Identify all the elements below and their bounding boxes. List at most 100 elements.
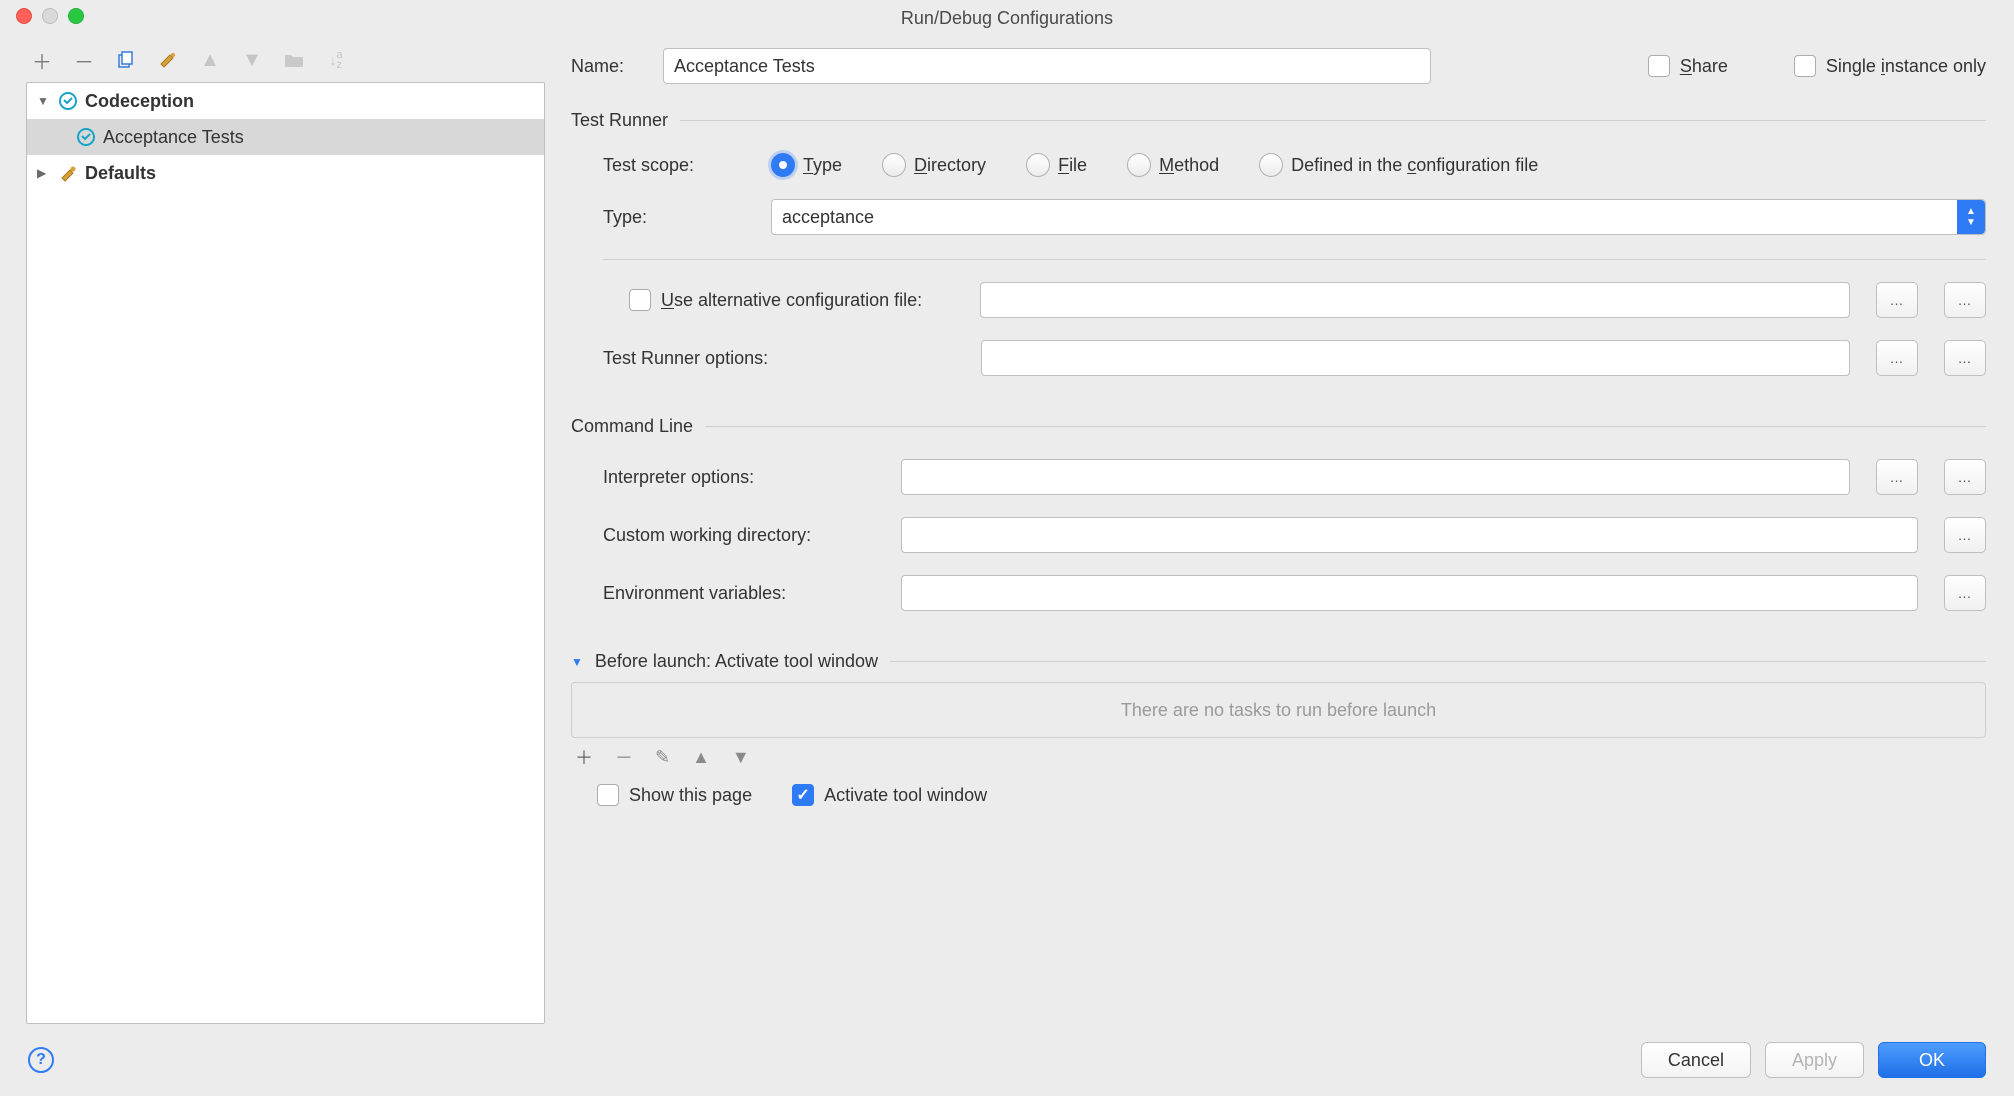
- ok-button[interactable]: OK: [1878, 1042, 1986, 1078]
- show-page-checkbox-row[interactable]: Show this page: [597, 784, 752, 806]
- scope-defined[interactable]: Defined in the configuration file: [1259, 153, 1538, 177]
- wrench-icon: [57, 164, 79, 182]
- browse-button[interactable]: …: [1876, 459, 1918, 495]
- expand-button[interactable]: …: [1944, 459, 1986, 495]
- interpreter-label: Interpreter options:: [603, 467, 883, 488]
- scope-directory[interactable]: Directory: [882, 153, 986, 177]
- test-scope-options: Type Directory File Method Defined in th…: [771, 153, 1538, 177]
- test-scope-row: Test scope: Type Directory File Method D…: [603, 153, 1986, 177]
- disclosure-closed-icon[interactable]: ▶: [37, 166, 51, 180]
- before-launch-toolbar: ＋ － ✎ ▲ ▼: [571, 744, 1986, 770]
- type-select[interactable]: acceptance ▲▼: [771, 199, 1986, 235]
- radio-icon[interactable]: [1026, 153, 1050, 177]
- alt-config-checkbox[interactable]: [629, 289, 651, 311]
- share-checkbox-row[interactable]: Share: [1648, 55, 1728, 77]
- tree-toolbar: ＋ － ▲ ▼ ↓az: [26, 42, 545, 82]
- tree-label: Acceptance Tests: [103, 127, 244, 148]
- single-instance-label: Single instance only: [1826, 56, 1986, 77]
- show-page-checkbox[interactable]: [597, 784, 619, 806]
- activate-tool-window-checkbox[interactable]: [792, 784, 814, 806]
- move-up-icon: ▲: [692, 747, 710, 768]
- scope-method[interactable]: Method: [1127, 153, 1219, 177]
- env-row: Environment variables: …: [603, 575, 1986, 611]
- separator: [890, 661, 1986, 662]
- edit-task-icon: ✎: [655, 747, 670, 768]
- runner-options-input[interactable]: [981, 340, 1850, 376]
- disclosure-open-icon[interactable]: ▼: [37, 94, 51, 108]
- radio-icon[interactable]: [882, 153, 906, 177]
- name-label: Name:: [571, 56, 645, 77]
- body: ＋ － ▲ ▼ ↓az ▼: [0, 36, 2014, 1024]
- browse-button[interactable]: …: [1944, 575, 1986, 611]
- command-line-group: Command Line Interpreter options: … … Cu…: [571, 416, 1986, 611]
- type-label: Type:: [603, 207, 753, 228]
- sort-icon: ↓az: [324, 48, 348, 72]
- env-input[interactable]: [901, 575, 1918, 611]
- browse-button[interactable]: …: [1944, 517, 1986, 553]
- add-icon[interactable]: ＋: [30, 48, 54, 72]
- browse-button[interactable]: …: [1876, 340, 1918, 376]
- type-row: Type: acceptance ▲▼: [603, 199, 1986, 235]
- remove-task-icon: －: [615, 744, 633, 770]
- type-value: acceptance: [782, 207, 874, 228]
- codeception-icon: [57, 92, 79, 110]
- alt-config-checkbox-row[interactable]: Use alternative configuration file:: [629, 289, 922, 311]
- copy-icon[interactable]: [114, 48, 138, 72]
- move-up-icon: ▲: [198, 48, 222, 72]
- tree-node-defaults[interactable]: ▶ Defaults: [27, 155, 544, 191]
- test-runner-group: Test Runner Test scope: Type Directory F…: [571, 110, 1986, 376]
- name-row: Name: Share Single instance only: [571, 48, 1986, 84]
- radio-icon[interactable]: [771, 153, 795, 177]
- remove-icon[interactable]: －: [72, 48, 96, 72]
- show-page-label: Show this page: [629, 785, 752, 806]
- window: Run/Debug Configurations ＋ － ▲ ▼ ↓az: [0, 0, 2014, 1096]
- scope-type[interactable]: Type: [771, 153, 842, 177]
- close-window-icon[interactable]: [16, 8, 32, 24]
- share-label: Share: [1680, 56, 1728, 77]
- radio-icon[interactable]: [1259, 153, 1283, 177]
- settings-icon[interactable]: [156, 48, 180, 72]
- interpreter-input[interactable]: [901, 459, 1850, 495]
- before-launch-tasks[interactable]: There are no tasks to run before launch: [571, 682, 1986, 738]
- dropdown-caret-icon[interactable]: ▲▼: [1957, 200, 1985, 234]
- browse-button[interactable]: …: [1876, 282, 1918, 318]
- expand-button[interactable]: …: [1944, 340, 1986, 376]
- zoom-window-icon[interactable]: [68, 8, 84, 24]
- add-task-icon[interactable]: ＋: [575, 744, 593, 770]
- tree-label: Defaults: [85, 163, 156, 184]
- help-icon[interactable]: ?: [28, 1047, 54, 1073]
- radio-icon[interactable]: [1127, 153, 1151, 177]
- cancel-button[interactable]: Cancel: [1641, 1042, 1751, 1078]
- before-launch-title: Before launch: Activate tool window: [595, 651, 878, 672]
- disclosure-open-icon[interactable]: ▼: [571, 655, 583, 669]
- apply-button: Apply: [1765, 1042, 1864, 1078]
- alt-config-input[interactable]: [980, 282, 1850, 318]
- cwd-input[interactable]: [901, 517, 1918, 553]
- share-checkbox[interactable]: [1648, 55, 1670, 77]
- folder-icon: [282, 48, 306, 72]
- traffic-lights: [16, 8, 84, 24]
- activate-tool-window-checkbox-row[interactable]: Activate tool window: [792, 784, 987, 806]
- config-tree[interactable]: ▼ Codeception Acceptance Tests ▶: [26, 82, 545, 1024]
- empty-text: There are no tasks to run before launch: [1121, 700, 1436, 721]
- separator: [705, 426, 1986, 427]
- move-down-icon: ▼: [732, 747, 750, 768]
- before-launch-flags: Show this page Activate tool window: [571, 784, 1986, 806]
- env-label: Environment variables:: [603, 583, 883, 604]
- group-header[interactable]: ▼ Before launch: Activate tool window: [571, 651, 1986, 672]
- tree-node-codeception[interactable]: ▼ Codeception: [27, 83, 544, 119]
- minimize-window-icon: [42, 8, 58, 24]
- separator: [680, 120, 1986, 121]
- divider: [603, 259, 1986, 260]
- cwd-row: Custom working directory: …: [603, 517, 1986, 553]
- activate-label: Activate tool window: [824, 785, 987, 806]
- expand-button[interactable]: …: [1944, 282, 1986, 318]
- footer: ? Cancel Apply OK: [0, 1024, 2014, 1096]
- single-instance-checkbox[interactable]: [1794, 55, 1816, 77]
- name-input[interactable]: [663, 48, 1431, 84]
- single-instance-checkbox-row[interactable]: Single instance only: [1794, 55, 1986, 77]
- move-down-icon: ▼: [240, 48, 264, 72]
- scope-file[interactable]: File: [1026, 153, 1087, 177]
- alt-config-row: Use alternative configuration file: … …: [629, 282, 1986, 318]
- tree-node-acceptance-tests[interactable]: Acceptance Tests: [27, 119, 544, 155]
